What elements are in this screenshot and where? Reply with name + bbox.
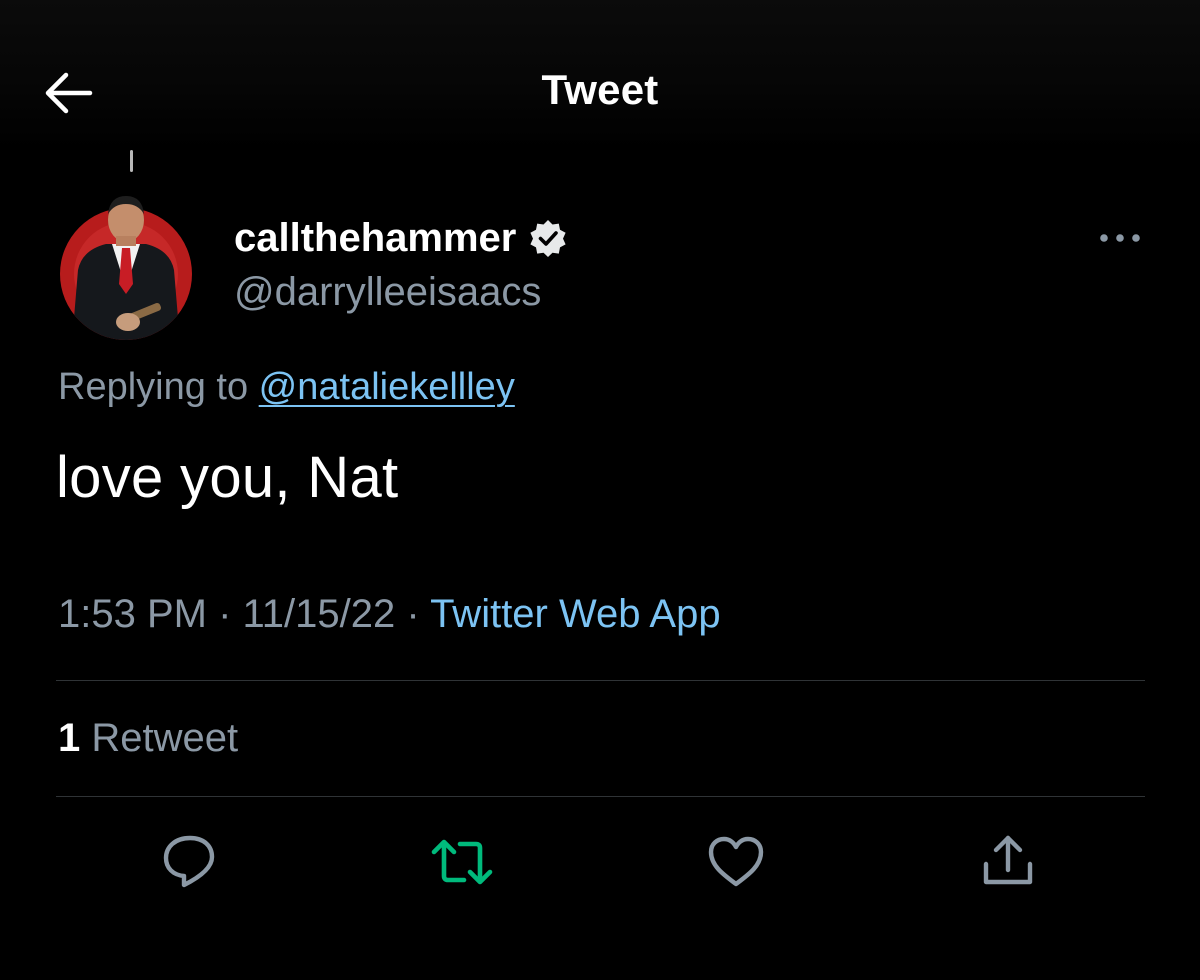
tweet-time: 1:53 PM [58,592,207,636]
share-button[interactable] [976,830,1040,894]
replying-to-label: Replying to [58,366,259,408]
author-name-row: callthehammer [234,212,568,264]
meta-separator: · [395,592,431,636]
retweet-label: Retweet [80,716,239,760]
share-icon [983,835,1033,885]
reply-icon [163,835,215,888]
verified-badge-icon [530,220,566,257]
retweets-stat[interactable]: 1 Retweet [58,716,238,761]
like-button[interactable] [704,830,768,894]
tweet-text: love you, Nat [56,445,399,510]
replying-to: Replying to @nataliekellley [58,366,515,409]
retweet-button[interactable] [430,830,494,894]
tweet-source-link[interactable]: Twitter Web App [430,592,721,636]
user-handle[interactable]: @darrylleeisaacs [234,270,541,315]
more-dots-icon [1100,234,1140,242]
heart-icon [708,836,764,887]
avatar[interactable] [58,192,194,342]
page-title: Tweet [541,66,659,113]
divider [56,680,1145,681]
top-bar: Tweet [0,0,1200,150]
replied-user-link[interactable]: @nataliekellley [259,366,515,408]
divider [56,796,1145,797]
meta-separator: · [206,592,243,636]
display-name[interactable]: callthehammer [234,216,516,261]
more-options-button[interactable] [1094,222,1146,254]
thread-connector-line [130,150,133,172]
reply-button[interactable] [158,830,222,894]
retweet-count: 1 [58,716,81,760]
retweet-icon [431,839,493,885]
tweet-metadata: 1:53 PM · 11/15/22 · Twitter Web App [58,592,721,637]
tweet-date: 11/15/22 [242,592,396,636]
